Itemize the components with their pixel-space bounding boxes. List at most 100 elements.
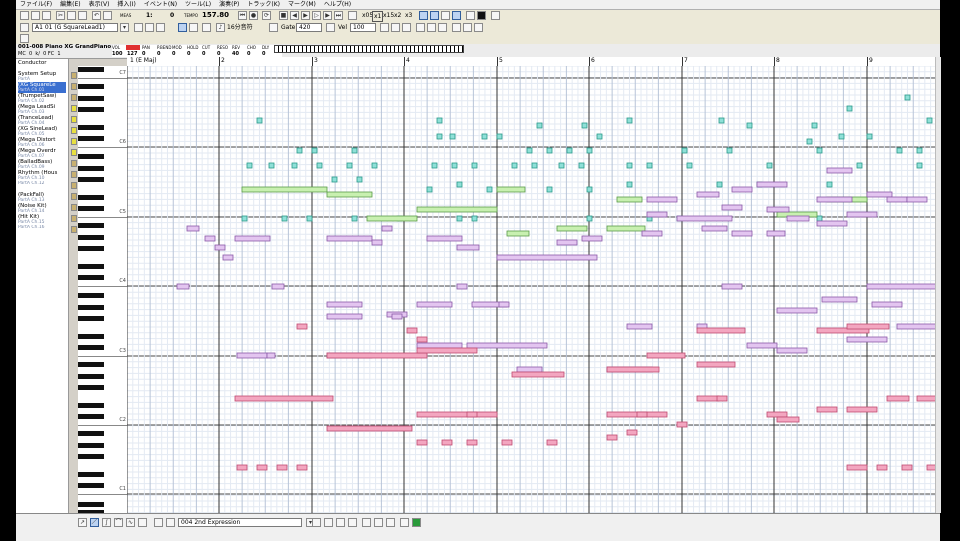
tool-e-icon[interactable] [427, 23, 436, 32]
speaker-icon[interactable] [71, 160, 77, 167]
wave-tool-icon[interactable]: ∿ [126, 518, 135, 527]
black-key[interactable] [78, 333, 104, 339]
black-key[interactable] [78, 275, 104, 281]
track-item-7[interactable]: (Mega Distort PartA Ch.06 [18, 137, 66, 148]
menu-item-6[interactable]: 演奏(P) [215, 0, 243, 9]
speaker-icon[interactable] [71, 83, 77, 90]
speaker-icon[interactable] [71, 127, 77, 134]
vel-mode-icon[interactable] [326, 23, 335, 32]
vertical-scrollbar[interactable] [935, 57, 941, 513]
keyboard-icon[interactable] [20, 23, 29, 32]
speaker-icon[interactable] [71, 193, 77, 200]
black-key[interactable] [78, 316, 104, 322]
eraser-tool-icon[interactable] [156, 23, 165, 32]
black-key[interactable] [78, 165, 104, 171]
piano-keyboard[interactable]: C7 C6 C5 C4 C3 C2 C1 [78, 66, 128, 513]
grid-icon[interactable] [189, 23, 198, 32]
ctrl-meter-icon[interactable] [412, 518, 421, 527]
tool-a-icon[interactable] [380, 23, 389, 32]
redo-icon[interactable] [103, 11, 112, 20]
black-key[interactable] [78, 373, 104, 379]
track-item-4[interactable]: (Mega LeadSi PartA Ch.03 [18, 104, 66, 115]
speaker-icon[interactable] [71, 182, 77, 189]
rect-tool-icon[interactable] [154, 518, 163, 527]
dropdown-arrow-icon[interactable]: ▾ [120, 23, 129, 32]
black-key[interactable] [78, 385, 104, 391]
tool-f-icon[interactable] [438, 23, 447, 32]
black-key[interactable] [78, 136, 104, 142]
black-key[interactable] [78, 263, 104, 269]
speaker-icon[interactable] [71, 149, 77, 156]
speaker-icon[interactable] [71, 226, 77, 233]
black-key[interactable] [78, 177, 104, 183]
speaker-icon[interactable] [71, 204, 77, 211]
zoom-x2[interactable]: x2 [394, 11, 401, 20]
track-item-2[interactable]: (XG SquareLe PartA Ch.01 [18, 82, 66, 93]
zoom-x1[interactable]: x1 [372, 11, 384, 22]
track-item-3[interactable]: (TrumpetSaw) PartA Ch.02 [18, 93, 66, 104]
record-icon[interactable]: ● [249, 11, 258, 20]
menu-item-5[interactable]: ツール(L) [181, 0, 215, 9]
zoom-x15[interactable]: x15 [383, 11, 394, 20]
black-key[interactable] [78, 95, 104, 101]
black-key[interactable] [78, 502, 104, 507]
zoom-x3[interactable]: x3 [405, 11, 412, 20]
black-key[interactable] [78, 107, 104, 113]
menu-item-3[interactable]: 挿入(I) [113, 0, 139, 9]
menu-item-7[interactable]: トラック(K) [243, 0, 284, 9]
black-key[interactable] [78, 206, 104, 212]
wrench-icon[interactable] [20, 34, 29, 43]
panel-icon[interactable] [348, 11, 357, 20]
view-pianoroll-icon[interactable] [430, 11, 439, 20]
pencil-tool-icon[interactable] [145, 23, 154, 32]
speaker-icon[interactable] [71, 215, 77, 222]
note-tool-icon[interactable] [202, 23, 211, 32]
view-track-icon[interactable] [452, 11, 461, 20]
black-key[interactable] [78, 442, 104, 448]
track-item-0[interactable]: Conductor [18, 60, 66, 71]
tool-d-icon[interactable] [416, 23, 425, 32]
menu-item-1[interactable]: 編集(E) [56, 0, 84, 9]
menu-item-4[interactable]: イベント(N) [140, 0, 181, 9]
black-key[interactable] [78, 414, 104, 420]
rewind-start-icon[interactable]: ⏮ [238, 11, 247, 20]
menu-item-2[interactable]: 表示(V) [85, 0, 114, 9]
select-tool-icon[interactable] [134, 23, 143, 32]
black-key[interactable] [78, 304, 104, 310]
new-file-icon[interactable] [20, 11, 29, 20]
stop-icon[interactable]: ■ [279, 11, 288, 20]
speaker-icon[interactable] [71, 138, 77, 145]
black-key[interactable] [78, 67, 104, 73]
play-icon[interactable]: ▶ [301, 11, 310, 20]
snap-icon[interactable] [178, 23, 187, 32]
view-staff-icon[interactable] [419, 11, 428, 20]
ctrl-b-icon[interactable] [324, 518, 333, 527]
arc-tool-icon[interactable]: ⌒ [114, 518, 123, 527]
paste-icon[interactable] [78, 11, 87, 20]
ctrl-d-icon[interactable] [348, 518, 357, 527]
loop-icon[interactable]: ⟳ [262, 11, 271, 20]
tool-g-icon[interactable] [452, 23, 461, 32]
ctrl-h-icon[interactable] [400, 518, 409, 527]
copy-icon[interactable] [67, 11, 76, 20]
mini-keyboard[interactable] [274, 45, 464, 53]
speaker-icon[interactable] [71, 171, 77, 178]
gate-input[interactable]: 420 [296, 23, 322, 32]
black-key[interactable] [78, 431, 104, 436]
ctrl-a-icon[interactable] [312, 518, 321, 527]
black-key[interactable] [78, 345, 104, 351]
select-range-icon[interactable] [166, 518, 175, 527]
tool-i-icon[interactable] [474, 23, 483, 32]
ctrl-e-icon[interactable] [362, 518, 371, 527]
black-key[interactable] [78, 362, 104, 367]
black-key[interactable] [78, 483, 104, 489]
open-folder-icon[interactable] [31, 11, 40, 20]
track-item-1[interactable]: System Setup PartA [18, 71, 66, 82]
track-item-5[interactable]: (TranceLead) PartA Ch.04 [18, 115, 66, 126]
cut-icon[interactable]: ✂ [56, 11, 65, 20]
property-tool-icon[interactable] [491, 11, 500, 20]
track-item-6[interactable]: (XG SineLead) PartA Ch.05 [18, 126, 66, 137]
freehand-tool-icon[interactable] [138, 518, 147, 527]
black-key[interactable] [78, 124, 104, 130]
note-canvas[interactable] [127, 66, 935, 513]
